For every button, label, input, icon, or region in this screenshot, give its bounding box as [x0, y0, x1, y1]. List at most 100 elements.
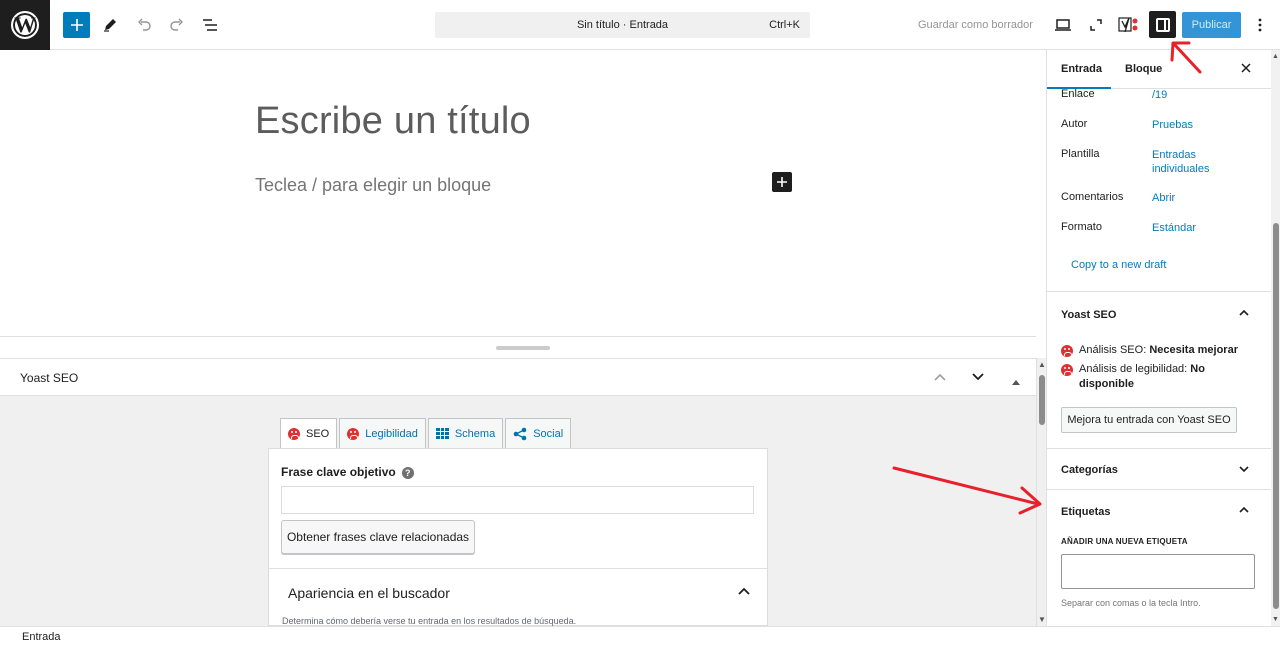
- chevron-down-icon: [972, 373, 984, 381]
- chevron-up-icon: [1239, 506, 1249, 513]
- sidebar-scrollbar[interactable]: ▲ ▼: [1271, 50, 1280, 626]
- yoast-panel-toggle[interactable]: [1239, 304, 1249, 319]
- scroll-down-arrow[interactable]: ▼: [1038, 615, 1046, 624]
- yoast-tabs: SEO Legibilidad Schema Social: [280, 418, 573, 449]
- save-draft-button[interactable]: Guardar como borrador: [918, 19, 1033, 31]
- grid-icon: [435, 428, 449, 439]
- tab-entrada[interactable]: Entrada: [1061, 63, 1102, 75]
- tags-panel-title[interactable]: Etiquetas: [1061, 506, 1111, 518]
- scroll-up-arrow[interactable]: ▲: [1272, 53, 1279, 60]
- scrollbar-thumb[interactable]: [1273, 223, 1279, 609]
- chevron-down-icon: [1239, 466, 1249, 473]
- copy-to-draft-link[interactable]: Copy to a new draft: [1071, 259, 1166, 271]
- scrollbar-thumb[interactable]: [1039, 375, 1045, 425]
- tab-schema[interactable]: Schema: [427, 418, 504, 448]
- add-tag-input[interactable]: [1061, 554, 1255, 589]
- metabox-resize-handle[interactable]: [0, 336, 1036, 358]
- view-post-button[interactable]: [1082, 11, 1110, 39]
- plus-icon: [777, 177, 787, 187]
- options-menu-button[interactable]: [1246, 11, 1274, 39]
- tab-label: Schema: [454, 427, 496, 440]
- yoast-panel-title[interactable]: Yoast SEO: [1061, 309, 1116, 321]
- search-appearance-collapse[interactable]: [738, 582, 750, 598]
- keyphrase-label-text: Frase clave objetivo: [281, 465, 396, 479]
- seo-analysis-label: Análisis SEO:: [1079, 344, 1147, 356]
- desktop-preview-icon: [1055, 19, 1071, 31]
- close-icon: [1241, 63, 1251, 73]
- block-breadcrumb-bar: Entrada: [0, 626, 1280, 646]
- undo-button[interactable]: [130, 11, 158, 39]
- wordpress-logo-icon: W: [11, 11, 39, 39]
- preview-button[interactable]: [1049, 11, 1077, 39]
- close-sidebar-button[interactable]: [1241, 60, 1251, 78]
- template-value[interactable]: Entradas individuales: [1152, 148, 1232, 176]
- block-appender[interactable]: Teclea / para elegir un bloque: [255, 175, 491, 196]
- help-icon[interactable]: ?: [401, 467, 414, 479]
- summary-key: Comentarios: [1061, 191, 1124, 203]
- summary-key: Plantilla: [1061, 148, 1100, 160]
- wordpress-logo-button[interactable]: W: [0, 0, 50, 50]
- redo-icon: [170, 18, 183, 31]
- categories-panel-title[interactable]: Categorías: [1061, 464, 1118, 476]
- keyphrase-label: Frase clave objetivo?: [281, 465, 414, 479]
- command-palette-bar[interactable]: Sin título · Entrada Ctrl+K: [435, 12, 810, 38]
- settings-panel-toggle[interactable]: [1149, 11, 1176, 38]
- author-value[interactable]: Pruebas: [1152, 118, 1272, 132]
- add-tag-label: AÑADIR UNA NUEVA ETIQUETA: [1061, 537, 1188, 546]
- format-value[interactable]: Estándar: [1152, 221, 1272, 235]
- sidebar-tabs: Entrada Bloque: [1047, 50, 1280, 89]
- sad-face-icon: [288, 428, 300, 440]
- shortcut-hint: Ctrl+K: [769, 19, 800, 31]
- summary-key: Autor: [1061, 118, 1088, 130]
- chevron-up-icon: [1239, 309, 1249, 316]
- tab-label: Legibilidad: [365, 427, 418, 440]
- search-appearance-toggle[interactable]: Apariencia en el buscador: [288, 585, 450, 601]
- related-keyphrases-button[interactable]: Obtener frases clave relacionadas: [281, 520, 475, 554]
- tab-seo[interactable]: SEO: [280, 418, 338, 449]
- drag-handle[interactable]: [496, 346, 550, 350]
- sad-face-icon: [1061, 364, 1073, 376]
- readability-label: Análisis de legibilidad:: [1079, 363, 1188, 375]
- redo-button[interactable]: [163, 11, 191, 39]
- yoast-toolbar-button[interactable]: [1118, 16, 1140, 34]
- editor-canvas: Escribe un título Teclea / para elegir u…: [0, 50, 1046, 336]
- tab-bloque[interactable]: Bloque: [1125, 63, 1162, 75]
- tools-button[interactable]: [96, 11, 124, 39]
- document-title: Sin título · Entrada: [576, 19, 669, 31]
- publish-button[interactable]: Publicar: [1182, 12, 1241, 38]
- sad-face-icon: [347, 427, 360, 440]
- caret-up-icon: [1012, 380, 1020, 385]
- move-up-button[interactable]: [934, 368, 946, 384]
- chevron-up-icon: [934, 373, 946, 381]
- tab-label: Social: [533, 427, 564, 440]
- focus-keyphrase-input[interactable]: [281, 486, 754, 514]
- tab-legibilidad[interactable]: Legibilidad: [339, 418, 426, 448]
- tags-panel-toggle[interactable]: [1239, 501, 1249, 516]
- tab-label: SEO: [306, 428, 330, 440]
- scroll-down-arrow[interactable]: ▼: [1272, 616, 1279, 623]
- improve-with-yoast-button[interactable]: Mejora tu entrada con Yoast SEO: [1061, 407, 1237, 433]
- scroll-up-arrow[interactable]: ▲: [1038, 360, 1046, 369]
- sad-face-icon: [1061, 345, 1073, 357]
- move-down-button[interactable]: [972, 368, 984, 384]
- post-title-field[interactable]: Escribe un título: [255, 100, 531, 143]
- breadcrumb[interactable]: Entrada: [22, 631, 61, 643]
- toggle-panel-button[interactable]: [1012, 372, 1020, 388]
- comments-value[interactable]: Abrir: [1152, 191, 1272, 205]
- metabox-scrollbar[interactable]: ▲ ▼: [1036, 358, 1046, 626]
- tab-social[interactable]: Social: [505, 418, 572, 448]
- external-expand-icon: [1090, 19, 1102, 31]
- settings-sidebar: Entrada Bloque Enlace /19 Autor Pruebas …: [1046, 50, 1280, 626]
- block-inserter-button[interactable]: [63, 12, 90, 38]
- editor-header: W Sin título · Entrada Ctrl+K Guardar co…: [0, 0, 1280, 50]
- inline-add-block-button[interactable]: [772, 172, 792, 192]
- chevron-up-icon: [738, 587, 750, 595]
- yoast-icon: [1118, 17, 1138, 33]
- divider: [1047, 448, 1271, 449]
- undo-icon: [138, 18, 151, 31]
- categories-panel-toggle[interactable]: [1239, 461, 1249, 476]
- more-vertical-icon: [1258, 18, 1262, 32]
- document-overview-button[interactable]: [196, 11, 224, 39]
- seo-analysis-text: Análisis SEO: Necesita mejorar: [1079, 343, 1239, 358]
- permalink-value[interactable]: /19: [1152, 88, 1272, 102]
